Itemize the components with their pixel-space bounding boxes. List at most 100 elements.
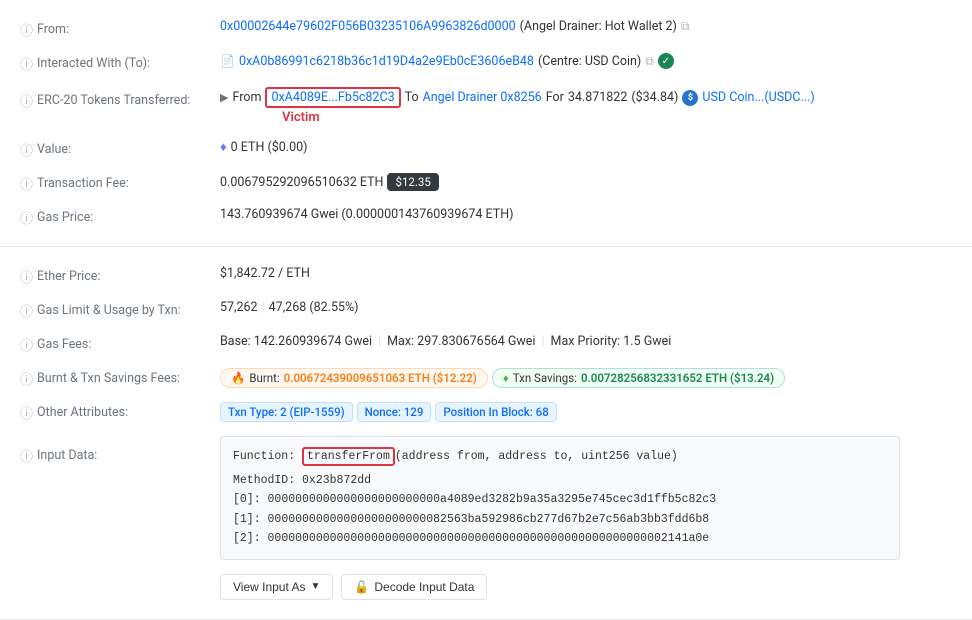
savings-label-text: Txn Savings: <box>513 371 577 385</box>
verified-icon: ✓ <box>658 53 674 69</box>
erc20-to-address[interactable]: Angel Drainer 0x8256 <box>423 90 542 105</box>
pipe1: | <box>378 334 381 349</box>
info-icon-input: ⓘ <box>20 446 33 465</box>
fee-badge: $12.35 <box>387 173 438 191</box>
param-2-index: [2]: <box>233 532 261 545</box>
param-0: [0]: 0000000000000000000000000a4089ed328… <box>233 490 887 510</box>
eth-icon-value: ♦ <box>220 139 227 155</box>
param-1: [1]: 00000000000000000000000082563ba5929… <box>233 510 887 530</box>
erc20-from-text: From <box>232 90 261 105</box>
position-badge: Position In Block: 68 <box>435 402 556 422</box>
method-id: 0x23b872dd <box>302 474 371 487</box>
savings-icon: ♦ <box>503 371 509 385</box>
row-gas-price: ⓘ Gas Price: 143.760939674 Gwei (0.00000… <box>20 200 952 234</box>
input-data-label: ⓘ Input Data: <box>20 436 220 465</box>
input-data-box: Function: transferFrom(address from, add… <box>220 436 900 560</box>
method-id-label: MethodID: <box>233 474 295 487</box>
info-icon-burnt: ⓘ <box>20 369 33 388</box>
burnt-value: 0.00672439009651063 ETH ($12.22) <box>284 371 477 385</box>
gas-limit-label: ⓘ Gas Limit & Usage by Txn: <box>20 300 220 320</box>
function-params: (address from, address to, uint256 value… <box>395 450 678 463</box>
from-address-link[interactable]: 0x00002644e79602F056B03235106A9963826d00… <box>220 19 516 34</box>
savings-badge: ♦ Txn Savings: 0.00728256832331652 ETH (… <box>492 368 785 388</box>
interacted-value: 📄 0xA0b86991c6218b36c1d19D4a2e9Eb0cE3606… <box>220 53 952 69</box>
input-data-content: Function: transferFrom(address from, add… <box>220 436 952 600</box>
function-name-highlight: transferFrom <box>302 447 395 466</box>
info-icon-gas-fees: ⓘ <box>20 335 33 354</box>
erc20-amount: 34.871822 <box>568 90 628 105</box>
gas-fees-value: Base: 142.260939674 Gwei | Max: 297.8306… <box>220 334 952 349</box>
erc20-value: ▶ From 0xA4089E...Fb5c82C3 To Angel Drai… <box>220 87 952 125</box>
info-icon-attrs: ⓘ <box>20 403 33 422</box>
info-icon-fee: ⓘ <box>20 174 33 193</box>
section-top: ⓘ From: 0x00002644e79602F056B03235106A99… <box>0 0 972 247</box>
ether-price-value: $1,842.72 / ETH <box>220 266 952 281</box>
arrow-icon: ▶ <box>220 91 228 104</box>
function-label: Function: <box>233 450 295 463</box>
row-value: ⓘ Value: ♦ 0 ETH ($0.00) <box>20 132 952 166</box>
burnt-savings-value: 🔥 Burnt: 0.00672439009651063 ETH ($12.22… <box>220 368 952 388</box>
contract-icon: 📄 <box>220 54 235 68</box>
erc20-for-text: For <box>546 90 564 105</box>
from-alias: (Angel Drainer: Hot Wallet 2) <box>520 19 677 34</box>
param-2: [2]: 00000000000000000000000000000000000… <box>233 529 887 549</box>
info-icon-interacted: ⓘ <box>20 54 33 73</box>
gas-limit-value: 57,262 | 47,268 (82.55%) <box>220 300 952 315</box>
row-ether-price: ⓘ Ether Price: $1,842.72 / ETH <box>20 259 952 293</box>
txn-fee-value: 0.006795292096510632 ETH $12.35 <box>220 173 952 191</box>
row-other-attributes: ⓘ Other Attributes: Txn Type: 2 (EIP-155… <box>20 395 952 429</box>
savings-value: 0.00728256832331652 ETH ($13.24) <box>581 371 774 385</box>
interacted-address-link[interactable]: 0xA0b86991c6218b36c1d19D4a2e9Eb0cE3606eB… <box>239 54 534 69</box>
erc20-from-address[interactable]: 0xA4089E...Fb5c82C3 <box>265 87 400 108</box>
fire-icon: 🔥 <box>231 371 245 385</box>
copy-icon-from[interactable]: ⧉ <box>681 19 690 34</box>
other-attr-value: Txn Type: 2 (EIP-1559) Nonce: 129 Positi… <box>220 402 952 422</box>
param-0-index: [0]: <box>233 493 261 506</box>
row-input-data: ⓘ Input Data: Function: transferFrom(add… <box>20 429 952 607</box>
interacted-alias: (Centre: USD Coin) <box>538 54 641 69</box>
info-icon-gas: ⓘ <box>20 208 33 227</box>
gas-price-label: ⓘ Gas Price: <box>20 207 220 227</box>
info-icon-from: ⓘ <box>20 20 33 39</box>
burnt-label: ⓘ Burnt & Txn Savings Fees: <box>20 368 220 388</box>
info-icon-gas-limit: ⓘ <box>20 301 33 320</box>
param-1-index: [1]: <box>233 513 261 526</box>
erc20-to-text: To <box>405 90 419 105</box>
erc20-token-name[interactable]: USD Coin...(USDC...) <box>702 90 814 105</box>
gas-price-value: 143.760939674 Gwei (0.000000143760939674… <box>220 207 952 222</box>
row-interacted: ⓘ Interacted With (To): 📄 0xA0b86991c621… <box>20 46 952 80</box>
info-icon-ether: ⓘ <box>20 267 33 286</box>
from-label: ⓘ From: <box>20 19 220 39</box>
ether-price-label: ⓘ Ether Price: <box>20 266 220 286</box>
row-gas-fees: ⓘ Gas Fees: Base: 142.260939674 Gwei | M… <box>20 327 952 361</box>
transaction-details: ⓘ From: 0x00002644e79602F056B03235106A99… <box>0 0 972 620</box>
row-burnt-savings: ⓘ Burnt & Txn Savings Fees: 🔥 Burnt: 0.0… <box>20 361 952 395</box>
pipe2: | <box>541 334 544 349</box>
info-icon-erc20: ⓘ <box>20 91 33 110</box>
erc20-label: ⓘ ERC-20 Tokens Transferred: <box>20 87 220 110</box>
copy-icon-interacted[interactable]: ⧉ <box>645 54 654 69</box>
other-attr-label: ⓘ Other Attributes: <box>20 402 220 422</box>
txn-fee-label: ⓘ Transaction Fee: <box>20 173 220 193</box>
interacted-label: ⓘ Interacted With (To): <box>20 53 220 73</box>
value-label: ⓘ Value: <box>20 139 220 159</box>
row-erc20: ⓘ ERC-20 Tokens Transferred: ▶ From 0xA4… <box>20 80 952 132</box>
erc20-usd: ($34.84) <box>631 90 678 105</box>
value-amount: ♦ 0 ETH ($0.00) <box>220 139 952 155</box>
pipe-separator: | <box>262 300 265 315</box>
row-txn-fee: ⓘ Transaction Fee: 0.006795292096510632 … <box>20 166 952 200</box>
row-gas-limit: ⓘ Gas Limit & Usage by Txn: 57,262 | 47,… <box>20 293 952 327</box>
usdc-token-icon: $ <box>682 90 698 106</box>
victim-label: Victim <box>282 110 320 125</box>
method-id-line: MethodID: 0x23b872dd <box>233 471 887 491</box>
txn-type-badge: Txn Type: 2 (EIP-1559) <box>220 402 353 422</box>
function-line: Function: transferFrom(address from, add… <box>233 447 887 467</box>
info-icon-value: ⓘ <box>20 140 33 159</box>
burnt-badge: 🔥 Burnt: 0.00672439009651063 ETH ($12.22… <box>220 368 488 388</box>
burnt-label-text: Burnt: <box>249 371 279 385</box>
row-from: ⓘ From: 0x00002644e79602F056B03235106A99… <box>20 12 952 46</box>
from-value: 0x00002644e79602F056B03235106A9963826d00… <box>220 19 952 34</box>
nonce-badge: Nonce: 129 <box>357 402 432 422</box>
section-bottom: ⓘ Ether Price: $1,842.72 / ETH ⓘ Gas Lim… <box>0 247 972 620</box>
gas-fees-label: ⓘ Gas Fees: <box>20 334 220 354</box>
